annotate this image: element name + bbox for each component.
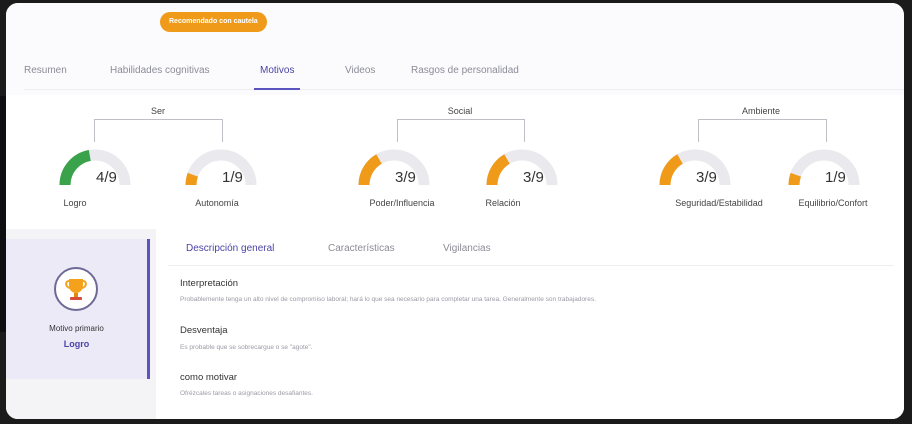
group-bracket-social <box>397 119 525 142</box>
gauge-label-logro: Logro <box>63 198 87 208</box>
gauge-logro: 4/9 <box>56 145 134 189</box>
gauge-arc <box>59 149 131 186</box>
gauge-fill <box>185 172 199 186</box>
main-tabs: Resumen Habilidades cognitivas Motivos V… <box>24 55 904 90</box>
group-bracket-ser <box>94 119 223 142</box>
trophy-icon <box>54 267 98 311</box>
detail-area: Motivo primario Logro Descripción genera… <box>6 229 904 419</box>
gauge-label-poder-influencia: Poder/Influencia <box>369 198 435 208</box>
primary-motive-card: Motivo primario Logro <box>6 239 150 379</box>
gauge-value: 1/9 <box>825 169 846 186</box>
tab-habilidades-cognitivas[interactable]: Habilidades cognitivas <box>110 59 210 89</box>
tab-caracteristicas[interactable]: Características <box>328 243 395 254</box>
gauge-equilibrio-confort: 1/9 <box>785 145 863 189</box>
section-title-como-motivar: como motivar <box>180 372 238 383</box>
gauge-fill <box>59 150 92 186</box>
gauge-poder-influencia: 3/9 <box>355 145 433 189</box>
detail-tabs: Descripción general Características Vigi… <box>168 236 894 266</box>
tab-videos[interactable]: Videos <box>345 59 375 89</box>
tab-motivos[interactable]: Motivos <box>249 55 306 90</box>
header-area: Recomendado con cautela Resumen Habilida… <box>6 3 904 95</box>
gauge-autonomia: 1/9 <box>182 145 260 189</box>
gauge-arc <box>659 149 731 186</box>
primary-motive-label: Motivo primario <box>49 324 104 333</box>
group-label-ser: Ser <box>146 106 170 116</box>
gauge-arc <box>185 149 257 186</box>
gauge-arc <box>788 149 860 186</box>
tab-descripcion-general[interactable]: Descripción general <box>177 236 283 262</box>
group-bracket-ambiente <box>698 119 827 142</box>
tab-resumen[interactable]: Resumen <box>24 59 67 89</box>
gauge-value: 3/9 <box>395 169 416 186</box>
recommendation-badge: Recomendado con cautela <box>160 12 267 32</box>
detail-panel: Descripción general Características Vigi… <box>156 229 904 419</box>
app-screen: Recomendado con cautela Resumen Habilida… <box>6 3 904 419</box>
gauge-value: 4/9 <box>96 169 117 186</box>
group-label-social: Social <box>443 106 477 116</box>
gauge-fill <box>788 172 802 186</box>
gauge-value: 3/9 <box>696 169 717 186</box>
group-label-ambiente: Ambiente <box>737 106 785 116</box>
gauge-label-relacion: Relación <box>485 198 521 208</box>
gauge-fill <box>486 154 511 186</box>
section-text-desventaja: Es probable que se sobrecargue o se "ago… <box>180 344 313 351</box>
section-text-como-motivar: Ofrézcales tareas o asignaciones desafia… <box>180 390 313 397</box>
tab-rasgos-de-personalidad[interactable]: Rasgos de personalidad <box>411 59 519 89</box>
section-title-interpretacion: Interpretación <box>180 278 239 289</box>
gauge-value: 1/9 <box>222 169 243 186</box>
gauge-arc <box>358 149 430 186</box>
primary-motive-value: Logro <box>63 339 90 349</box>
gauge-seguridad-estabilidad: 3/9 <box>656 145 734 189</box>
section-title-desventaja: Desventaja <box>180 325 228 336</box>
gauge-relacion: 3/9 <box>483 145 561 189</box>
gauge-fill <box>358 154 383 186</box>
gauge-fill <box>659 154 684 186</box>
tab-vigilancias[interactable]: Vigilancias <box>443 243 491 254</box>
gauge-label-autonomia: Autonomía <box>195 198 239 208</box>
gauge-label-equilibrio-confort: Equilibrio/Confort <box>798 198 868 208</box>
gauge-label-seguridad-estabilidad: Seguridad/Estabilidad <box>675 198 763 208</box>
gauge-arc <box>486 149 558 186</box>
section-text-interpretacion: Probablemente tenga un alto nivel de com… <box>180 296 596 303</box>
gauge-value: 3/9 <box>523 169 544 186</box>
motives-gauges: Ser Social Ambiente 4/9 1/9 3/9 3/9 3/9 … <box>6 95 904 227</box>
